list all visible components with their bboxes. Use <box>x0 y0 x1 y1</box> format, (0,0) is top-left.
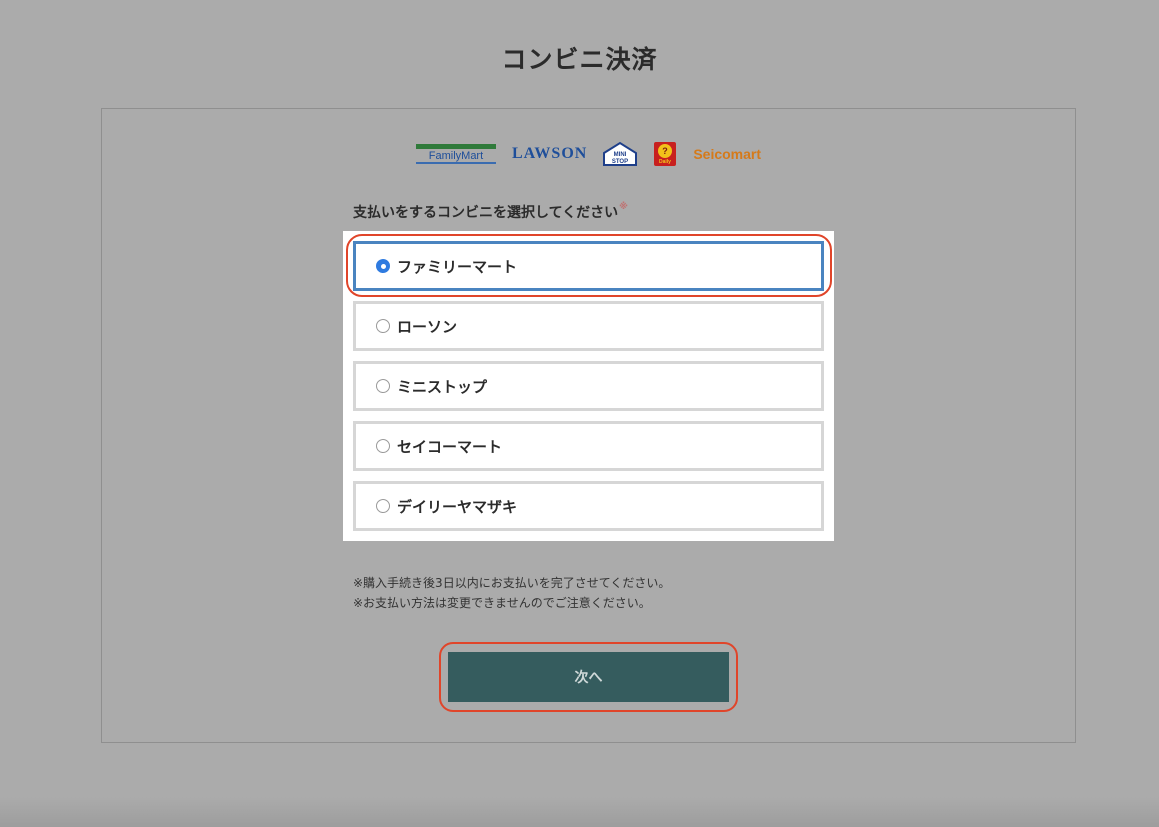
lawson-logo: LAWSON <box>511 145 588 162</box>
svg-text:STOP: STOP <box>612 159 628 165</box>
radio-seicomart[interactable] <box>376 439 390 453</box>
payment-note: ※お支払い方法は変更できませんのでご注意ください。 <box>353 596 651 610</box>
required-mark: ※ <box>619 202 628 212</box>
ministop-logo: MINI STOP <box>601 141 639 167</box>
payment-panel: FamilyMart LAWSON MINI STOP ? Daily Seic… <box>101 108 1076 743</box>
familymart-logo: FamilyMart <box>415 143 496 165</box>
store-options: ファミリーマート ローソン ミニストップ セイコーマート デイリーヤマザキ <box>343 231 834 541</box>
radio-ministop[interactable] <box>376 379 390 393</box>
daily-yamazaki-logo-icon: ? Daily <box>654 142 677 166</box>
option-label: セイコーマート <box>397 437 503 456</box>
option-label: ローソン <box>397 317 458 336</box>
option-seicomart[interactable]: セイコーマート <box>353 421 824 471</box>
payment-notes: ※購入手続き後3日以内にお支払いを完了させてください。 ※お支払い方法は変更でき… <box>353 573 670 613</box>
bottom-shade <box>0 797 1159 827</box>
seicomart-logo: Seicomart <box>693 146 762 162</box>
ministop-logo-icon: MINI STOP <box>603 141 638 166</box>
store-selection-label: 支払いをするコンビニを選択してください※ <box>353 202 628 222</box>
option-label: ミニストップ <box>397 377 488 396</box>
option-ministop[interactable]: ミニストップ <box>353 361 824 411</box>
svg-text:MINI: MINI <box>614 152 627 158</box>
svg-text:Daily: Daily <box>659 159 671 165</box>
daily-yamazaki-logo: ? Daily <box>653 141 677 167</box>
payment-note: ※購入手続き後3日以内にお支払いを完了させてください。 <box>353 576 671 590</box>
store-selection-label-text: 支払いをするコンビニを選択してください <box>353 205 619 221</box>
option-label: デイリーヤマザキ <box>397 497 518 516</box>
svg-text:?: ? <box>663 146 669 156</box>
familymart-logo-text: FamilyMart <box>415 149 496 164</box>
radio-daily-yamazaki[interactable] <box>376 499 390 513</box>
option-daily-yamazaki[interactable]: デイリーヤマザキ <box>353 481 824 531</box>
option-familymart[interactable]: ファミリーマート <box>353 241 824 291</box>
option-label: ファミリーマート <box>397 257 518 276</box>
page-title: コンビニ決済 <box>501 45 658 74</box>
radio-familymart[interactable] <box>376 259 390 273</box>
convenience-store-logos: FamilyMart LAWSON MINI STOP ? Daily Seic… <box>102 139 1075 169</box>
option-lawson[interactable]: ローソン <box>353 301 824 351</box>
next-button[interactable]: 次へ <box>448 652 729 702</box>
radio-lawson[interactable] <box>376 319 390 333</box>
